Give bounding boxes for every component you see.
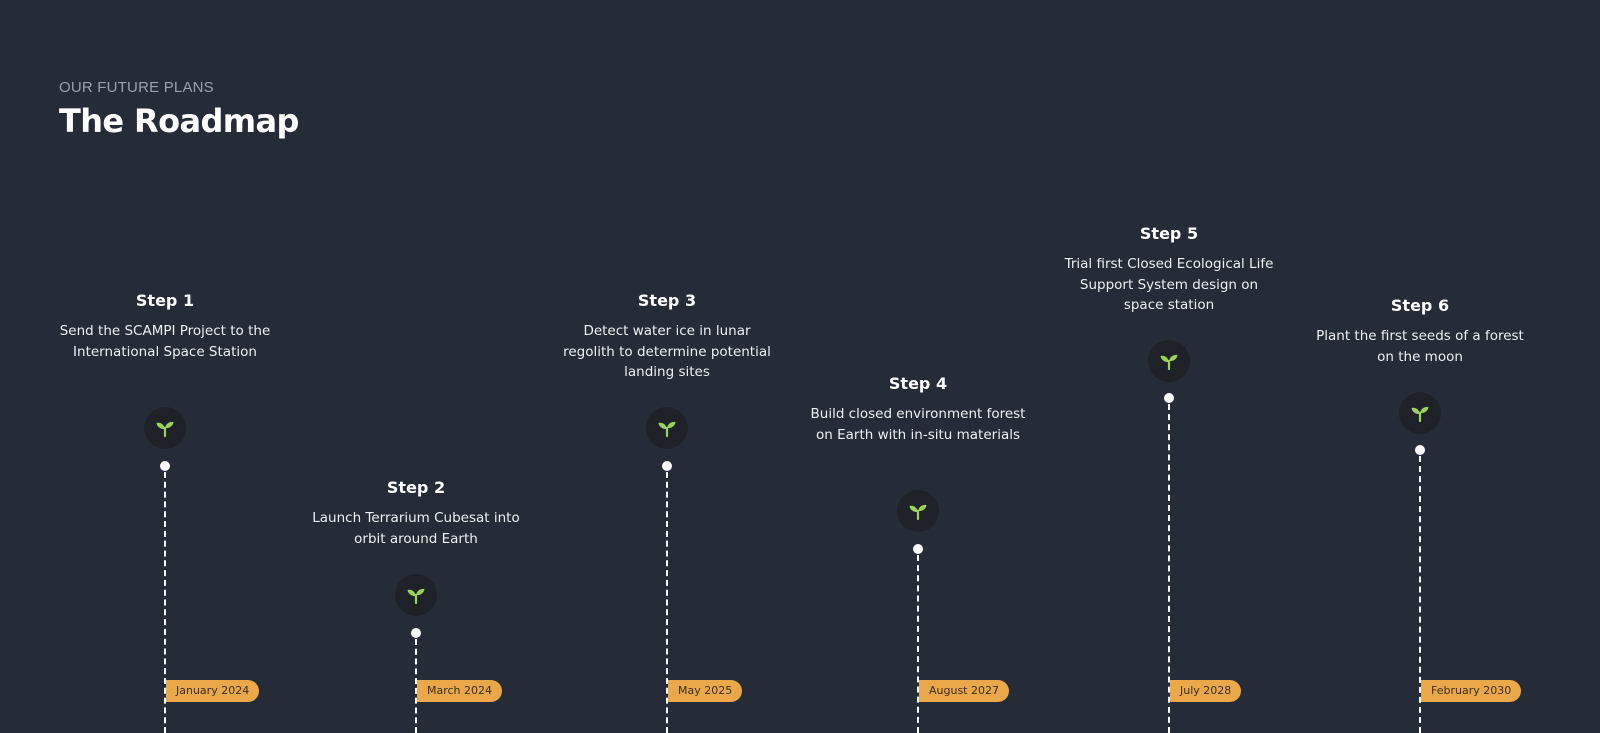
date-badge: January 2024 [166, 680, 260, 702]
step-description: Trial first Closed Ecological Life Suppo… [1064, 256, 1274, 313]
sprout-icon [1148, 340, 1190, 382]
step-description: Launch Terrarium Cubesat into orbit arou… [312, 510, 520, 547]
step-title: Step 4 [888, 374, 948, 393]
step-text: Step 1 Send the SCAMPI Project to the In… [55, 291, 275, 362]
step-title: Step 6 [1390, 296, 1450, 315]
date-badge: August 2027 [919, 680, 1009, 702]
roadmap-timeline: Step 1 Send the SCAMPI Project to the In… [0, 0, 1600, 733]
step-description: Detect water ice in lunar regolith to de… [563, 323, 771, 380]
step-title: Step 2 [386, 478, 446, 497]
step-title: Step 5 [1139, 224, 1199, 243]
date-badge: March 2024 [417, 680, 503, 702]
date-badge: February 2030 [1421, 680, 1522, 702]
step-description: Plant the first seeds of a forest on the… [1316, 328, 1524, 365]
sprout-icon [1399, 392, 1441, 434]
date-badge: July 2028 [1170, 680, 1242, 702]
date-badge: May 2025 [668, 680, 743, 702]
step-description: Send the SCAMPI Project to the Internati… [59, 323, 271, 360]
timeline-dashed-line [917, 555, 919, 733]
timeline-dot [1415, 445, 1425, 455]
step-text: Step 5 Trial first Closed Ecological Lif… [1059, 224, 1279, 316]
timeline-dot [160, 461, 170, 471]
step-text: Step 6 Plant the first seeds of a forest… [1310, 296, 1530, 367]
step-text: Step 2 Launch Terrarium Cubesat into orb… [306, 478, 526, 549]
timeline-dot [662, 461, 672, 471]
timeline-dot [1164, 393, 1174, 403]
sprout-icon [395, 574, 437, 616]
step-text: Step 4 Build closed environment forest o… [808, 374, 1028, 445]
sprout-icon [897, 490, 939, 532]
step-text: Step 3 Detect water ice in lunar regolit… [557, 291, 777, 383]
step-title: Step 3 [637, 291, 697, 310]
step-title: Step 1 [135, 291, 195, 310]
sprout-icon [646, 407, 688, 449]
timeline-dot [913, 544, 923, 554]
timeline-dot [411, 628, 421, 638]
step-description: Build closed environment forest on Earth… [810, 406, 1026, 443]
sprout-icon [144, 407, 186, 449]
